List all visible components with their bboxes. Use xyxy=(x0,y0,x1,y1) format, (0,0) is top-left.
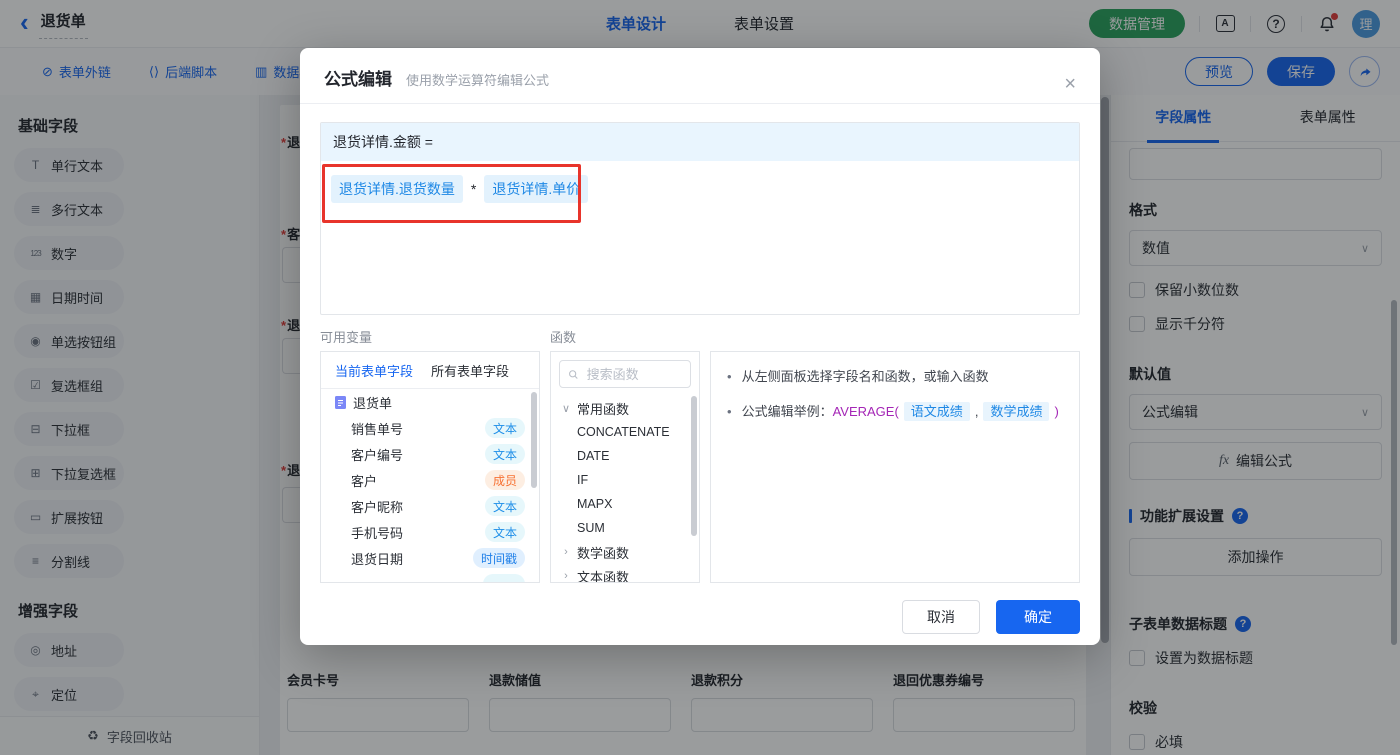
tree-root-label: 退货单 xyxy=(353,395,393,411)
variables-label: 可用变量 xyxy=(320,330,373,345)
cancel-button[interactable]: 取消 xyxy=(902,600,980,634)
formula-target: 退货详情.金额 = xyxy=(321,123,1079,161)
formula-token-field[interactable]: 退货详情.单价 xyxy=(484,175,589,203)
example-field-chip: 数学成绩 xyxy=(983,402,1050,421)
field-type-tag: 文本 xyxy=(484,496,525,516)
chevron-down-icon: ∨ xyxy=(561,402,571,415)
confirm-button[interactable]: 确定 xyxy=(996,600,1080,634)
variable-row[interactable]: 客户 成员 xyxy=(321,467,539,493)
app-root: ‹ 退货单 表单设计 表单设置 数据管理 A ? 理 ⊘ 表单外链 ⟨⟩ 后端脚… xyxy=(0,0,1400,755)
formula-editor-box: 退货详情.金额 = 退货详情.退货数量 * 退货详情.单价 xyxy=(320,122,1080,315)
function-item-date[interactable]: DATE xyxy=(551,444,699,468)
functions-label: 函数 xyxy=(550,330,577,345)
help-line-2: • 公式编辑举例：AVERAGE(语文成绩, 数学成绩) xyxy=(727,402,1059,421)
field-type-tag xyxy=(483,574,525,582)
variable-row[interactable]: 手机号码 文本 xyxy=(321,519,539,545)
field-type-tag: 文本 xyxy=(484,522,525,542)
function-group-common[interactable]: ∨ 常用函数 xyxy=(551,396,699,420)
field-type-tag: 成员 xyxy=(484,470,525,490)
help-panel: • 从左侧面板选择字段名和函数，或输入函数 • 公式编辑举例：AVERAGE(语… xyxy=(710,351,1080,583)
variable-row[interactable]: 退货日期 时间戳 xyxy=(321,545,539,571)
help-line-1: • 从左侧面板选择字段名和函数，或输入函数 xyxy=(727,369,989,384)
formula-input-area[interactable]: 退货详情.退货数量 * 退货详情.单价 xyxy=(321,161,1079,217)
variable-row[interactable]: 客户编号 文本 xyxy=(321,441,539,467)
chevron-right-icon: › xyxy=(564,546,568,558)
variables-scrollbar[interactable] xyxy=(531,392,537,488)
variable-row-clipped[interactable] xyxy=(321,571,539,582)
example-function-name: AVERAGE( xyxy=(832,404,899,419)
formula-editor-dialog: 公式编辑 使用数学运算符编辑公式 × 退货详情.金额 = 退货详情.退货数量 *… xyxy=(300,48,1100,645)
form-doc-icon xyxy=(335,395,346,409)
example-field-chip: 语文成绩 xyxy=(903,402,970,421)
example-close-paren: ) xyxy=(1054,404,1059,419)
function-search[interactable] xyxy=(559,360,691,388)
field-type-tag: 文本 xyxy=(484,418,525,438)
variable-row[interactable]: 销售单号 文本 xyxy=(321,415,539,441)
function-group-math[interactable]: › 数学函数 xyxy=(551,540,699,564)
function-item-if[interactable]: IF xyxy=(551,468,699,492)
function-item-concatenate[interactable]: CONCATENATE xyxy=(551,420,699,444)
function-item-sum[interactable]: SUM xyxy=(551,516,699,540)
help-spacer xyxy=(710,327,1080,351)
field-type-tag: 时间戳 xyxy=(472,548,525,568)
functions-panel: ∨常用函数 CONCATENATE DATE IF MAPX SUM ›数学函数… xyxy=(550,351,700,583)
dialog-title: 公式编辑 xyxy=(324,70,392,89)
variables-tabs: 当前表单字段 所有表单字段 xyxy=(321,352,539,389)
formula-operator[interactable]: * xyxy=(471,181,476,197)
tab-current-form-fields[interactable]: 当前表单字段 xyxy=(335,361,413,380)
dialog-header: 公式编辑 使用数学运算符编辑公式 × xyxy=(300,48,1100,104)
example-prefix: 公式编辑举例： xyxy=(741,404,833,419)
close-icon[interactable]: × xyxy=(1064,74,1076,94)
variable-row[interactable]: 客户昵称 文本 xyxy=(321,493,539,519)
formula-token-field[interactable]: 退货详情.退货数量 xyxy=(331,175,463,203)
tree-root-form[interactable]: 退货单 xyxy=(321,389,539,415)
example-separator: , xyxy=(974,404,979,419)
field-type-tag: 文本 xyxy=(484,444,525,464)
variables-panel: 当前表单字段 所有表单字段 退货单 销售单号 文本 客户编号 文本 客户 成员 客户昵… xyxy=(320,351,540,583)
chevron-right-icon: › xyxy=(564,570,568,582)
functions-scrollbar[interactable] xyxy=(691,396,697,536)
function-group-text[interactable]: › 文本函数 xyxy=(551,564,699,583)
dialog-subtitle: 使用数学运算符编辑公式 xyxy=(406,73,550,88)
tab-all-form-fields[interactable]: 所有表单字段 xyxy=(431,361,509,380)
function-search-input[interactable] xyxy=(584,365,682,383)
function-item-mapx[interactable]: MAPX xyxy=(551,492,699,516)
search-icon xyxy=(569,369,578,379)
